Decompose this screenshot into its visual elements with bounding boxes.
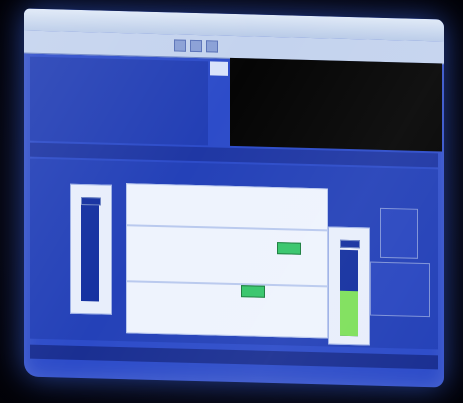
pipe-line (127, 280, 327, 288)
info-key (36, 80, 82, 81)
info-key (36, 104, 82, 105)
right-tank-gauge (328, 226, 370, 346)
info-key (36, 128, 82, 129)
info-panel (30, 56, 208, 146)
info-key (36, 92, 82, 93)
info-row (36, 75, 82, 83)
value-field[interactable] (210, 61, 228, 76)
bottom-status-bar (30, 344, 438, 370)
valve-block[interactable] (277, 242, 301, 255)
info-row (36, 111, 82, 119)
info-row (36, 63, 82, 71)
valve-block[interactable] (241, 285, 265, 298)
info-row (36, 123, 82, 131)
info-key (36, 68, 82, 69)
left-tank-gauge (70, 183, 112, 315)
toolbar-button[interactable] (206, 40, 218, 53)
toolbar-button[interactable] (174, 39, 186, 52)
process-diagram (126, 183, 328, 339)
info-row (36, 87, 82, 95)
right-gauge-level (340, 291, 358, 337)
right-gauge-indicator (340, 239, 360, 249)
info-key (36, 116, 82, 117)
side-panel (380, 207, 418, 259)
info-row (36, 99, 82, 107)
process-area (30, 158, 438, 350)
left-gauge-track (81, 204, 99, 302)
pipe-line (127, 224, 327, 232)
monitor-screen (24, 8, 444, 388)
gauge-scale-labels (38, 185, 66, 186)
toolbar-button[interactable] (190, 39, 202, 53)
right-gauge-track (340, 249, 358, 337)
side-panel (370, 261, 430, 318)
message-console (230, 57, 442, 152)
